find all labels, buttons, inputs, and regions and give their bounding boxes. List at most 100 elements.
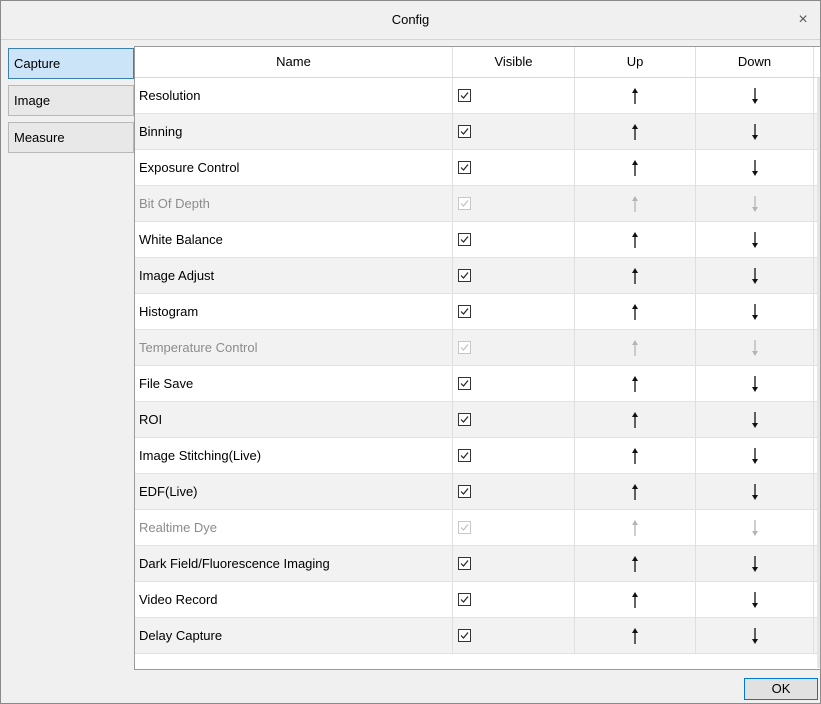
visible-cell xyxy=(453,510,575,546)
visible-checkbox[interactable] xyxy=(458,449,471,462)
tab-image[interactable]: Image xyxy=(8,85,134,116)
table-row[interactable]: ROI xyxy=(135,402,820,438)
arrow-up-icon[interactable] xyxy=(575,402,695,438)
move-down-cell xyxy=(696,114,814,150)
tab-capture[interactable]: Capture xyxy=(8,48,134,79)
arrow-up-icon[interactable] xyxy=(575,618,695,654)
visible-checkbox[interactable] xyxy=(458,125,471,138)
vertical-scrollbar[interactable] xyxy=(817,78,820,668)
arrow-down-icon[interactable] xyxy=(696,618,813,654)
column-header-visible[interactable]: Visible xyxy=(453,47,575,77)
arrow-down-icon[interactable] xyxy=(696,366,813,402)
move-down-cell xyxy=(696,150,814,186)
column-header-up[interactable]: Up xyxy=(575,47,696,77)
arrow-down-icon[interactable] xyxy=(696,114,813,150)
table-row[interactable]: Exposure Control xyxy=(135,150,820,186)
row-name: File Save xyxy=(135,366,453,402)
visible-checkbox[interactable] xyxy=(458,305,471,318)
visible-checkbox[interactable] xyxy=(458,593,471,606)
checkmark-icon xyxy=(460,200,469,207)
visible-checkbox[interactable] xyxy=(458,557,471,570)
move-down-cell xyxy=(696,546,814,582)
visible-checkbox[interactable] xyxy=(458,161,471,174)
table-row[interactable]: Histogram xyxy=(135,294,820,330)
arrow-up-icon xyxy=(575,330,695,366)
row-name: Dark Field/Fluorescence Imaging xyxy=(135,546,453,582)
table-row[interactable]: Bit Of Depth xyxy=(135,186,820,222)
row-name: Bit Of Depth xyxy=(135,186,453,222)
table-row[interactable]: Temperature Control xyxy=(135,330,820,366)
tab-measure[interactable]: Measure xyxy=(8,122,134,153)
arrow-up-icon[interactable] xyxy=(575,366,695,402)
arrow-down-icon[interactable] xyxy=(696,222,813,258)
visible-checkbox[interactable] xyxy=(458,89,471,102)
arrow-up-icon[interactable] xyxy=(575,150,695,186)
close-icon[interactable]: × xyxy=(786,1,820,39)
table-row[interactable]: File Save xyxy=(135,366,820,402)
row-name: Video Record xyxy=(135,582,453,618)
row-name: Binning xyxy=(135,114,453,150)
arrow-down-icon[interactable] xyxy=(696,546,813,582)
visible-checkbox[interactable] xyxy=(458,485,471,498)
arrow-down-icon[interactable] xyxy=(696,438,813,474)
arrow-down-icon[interactable] xyxy=(696,402,813,438)
table-row[interactable]: Image Stitching(Live) xyxy=(135,438,820,474)
table-row[interactable]: Resolution xyxy=(135,78,820,114)
arrow-down-icon xyxy=(696,330,813,366)
table-row[interactable]: Image Adjust xyxy=(135,258,820,294)
table-row[interactable]: Binning xyxy=(135,114,820,150)
visible-checkbox[interactable] xyxy=(458,377,471,390)
table-row[interactable]: White Balance xyxy=(135,222,820,258)
window-title: Config xyxy=(391,12,430,27)
table-row[interactable]: Video Record xyxy=(135,582,820,618)
move-up-cell xyxy=(575,546,696,582)
visible-checkbox[interactable] xyxy=(458,629,471,642)
arrow-up-icon[interactable] xyxy=(575,582,695,618)
visible-checkbox xyxy=(458,197,471,210)
arrow-down-icon xyxy=(696,186,813,222)
table-row[interactable]: EDF(Live) xyxy=(135,474,820,510)
row-name: Histogram xyxy=(135,294,453,330)
move-up-cell xyxy=(575,222,696,258)
visible-checkbox[interactable] xyxy=(458,269,471,282)
arrow-up-icon[interactable] xyxy=(575,474,695,510)
move-down-cell xyxy=(696,402,814,438)
move-up-cell xyxy=(575,510,696,546)
visible-cell xyxy=(453,474,575,510)
checkmark-icon xyxy=(460,236,469,243)
arrow-up-icon[interactable] xyxy=(575,294,695,330)
move-up-cell xyxy=(575,438,696,474)
visible-checkbox[interactable] xyxy=(458,413,471,426)
visible-checkbox[interactable] xyxy=(458,233,471,246)
move-up-cell xyxy=(575,294,696,330)
arrow-up-icon[interactable] xyxy=(575,222,695,258)
arrow-down-icon[interactable] xyxy=(696,150,813,186)
table-row[interactable]: Delay Capture xyxy=(135,618,820,654)
row-name: White Balance xyxy=(135,222,453,258)
arrow-up-icon[interactable] xyxy=(575,438,695,474)
arrow-down-icon[interactable] xyxy=(696,294,813,330)
visible-cell xyxy=(453,366,575,402)
ok-button[interactable]: OK xyxy=(744,678,818,700)
arrow-down-icon[interactable] xyxy=(696,582,813,618)
table-row[interactable]: Realtime Dye xyxy=(135,510,820,546)
arrow-up-icon[interactable] xyxy=(575,258,695,294)
arrow-up-icon[interactable] xyxy=(575,546,695,582)
move-up-cell xyxy=(575,366,696,402)
move-up-cell xyxy=(575,186,696,222)
arrow-up-icon[interactable] xyxy=(575,78,695,114)
checkmark-icon xyxy=(460,164,469,171)
arrow-down-icon[interactable] xyxy=(696,474,813,510)
move-up-cell xyxy=(575,258,696,294)
arrow-down-icon[interactable] xyxy=(696,78,813,114)
arrow-up-icon[interactable] xyxy=(575,114,695,150)
visible-cell xyxy=(453,402,575,438)
move-down-cell xyxy=(696,294,814,330)
arrow-down-icon[interactable] xyxy=(696,258,813,294)
table-row[interactable]: Dark Field/Fluorescence Imaging xyxy=(135,546,820,582)
checkmark-icon xyxy=(460,488,469,495)
column-header-name[interactable]: Name xyxy=(135,47,453,77)
config-dialog: Config × Capture Image Measure Name Visi… xyxy=(0,0,821,704)
column-header-down[interactable]: Down xyxy=(696,47,814,77)
visible-cell xyxy=(453,114,575,150)
